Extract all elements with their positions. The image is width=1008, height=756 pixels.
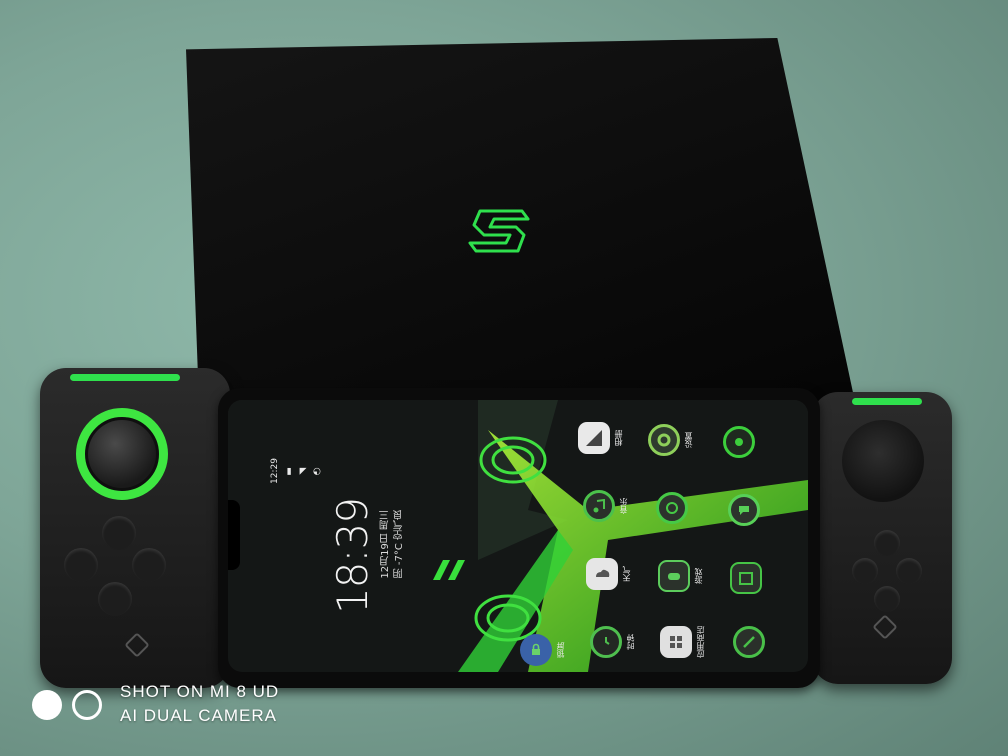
wifi-icon: ◔	[312, 466, 322, 476]
lock-clock-time: 18:39	[328, 498, 377, 615]
app-settings[interactable]: 设置	[648, 412, 708, 468]
battery-icon: ▮	[284, 466, 294, 476]
lock-icon	[520, 634, 552, 666]
dpad-right-button	[132, 548, 166, 582]
status-bar: 12:29 ▮ ◢ ◔	[270, 416, 322, 526]
app-lock[interactable]: 锁屏	[520, 622, 580, 672]
app-clock[interactable]: 时钟	[590, 614, 650, 670]
triangle-mark-icon	[124, 632, 150, 658]
lock-clock-weather: 阴 -7°C 空气良	[394, 510, 405, 579]
signal-icon: ◢	[298, 466, 308, 476]
app-camera[interactable]	[723, 414, 783, 470]
app-label: 相册	[614, 430, 623, 446]
app-label: 锁屏	[556, 642, 565, 658]
app-gallery[interactable]: 相册	[578, 410, 638, 466]
app-weather[interactable]: 天气	[586, 546, 646, 602]
app-tools[interactable]	[733, 614, 793, 670]
status-time: 12:29	[270, 458, 280, 484]
app-label: 应用商店	[696, 626, 705, 658]
camera-icon	[723, 426, 755, 458]
dpad-left-button	[64, 548, 98, 582]
watermark-ring-icon	[72, 690, 102, 720]
app-label: 设置	[684, 432, 693, 448]
action-button-left	[852, 558, 878, 584]
camera-watermark: SHOT ON MI 8 UD AI DUAL CAMERA	[32, 678, 292, 728]
app-browser[interactable]	[656, 480, 716, 536]
app-label: 时钟	[626, 634, 635, 650]
app-games[interactable]: 游戏	[658, 548, 718, 604]
weather-icon	[586, 558, 618, 590]
browser-icon	[656, 492, 688, 524]
app-label: 天气	[622, 566, 631, 582]
controller-accent-stripe	[70, 374, 180, 381]
watermark-line-1: SHOT ON MI 8 UD	[120, 682, 280, 701]
touch-pad	[842, 420, 924, 502]
lock-clock-date: 12月19日 周三	[380, 510, 391, 579]
left-gamepad-controller	[40, 368, 230, 688]
tools-icon	[733, 626, 765, 658]
triangle-mark-icon	[872, 614, 898, 640]
app-calendar[interactable]	[730, 550, 790, 606]
gaming-phone: 12:29 ▮ ◢ ◔ 18:39 12月19日 周三 阴 -7°C 空气良 相…	[218, 388, 820, 688]
app-store-icon	[660, 626, 692, 658]
display-notch	[228, 500, 240, 570]
watermark-dot-icon	[32, 690, 62, 720]
app-label: 音乐	[619, 498, 628, 514]
app-label: 游戏	[694, 568, 703, 584]
controller-accent-stripe	[852, 398, 922, 405]
messages-icon	[728, 494, 760, 526]
action-button-bottom	[874, 586, 900, 612]
clock-icon	[590, 626, 622, 658]
right-gamepad-controller	[812, 392, 952, 684]
dpad-down-button	[98, 582, 132, 616]
phone-screen: 12:29 ▮ ◢ ◔ 18:39 12月19日 周三 阴 -7°C 空气良 相…	[228, 400, 808, 672]
brand-logo-icon	[468, 209, 530, 253]
app-music[interactable]: 音乐	[583, 478, 643, 534]
wallpaper-graphic	[228, 400, 808, 672]
action-button-top	[874, 530, 900, 556]
settings-icon	[648, 424, 680, 456]
music-icon	[583, 490, 615, 522]
gallery-icon	[578, 422, 610, 454]
app-messages[interactable]	[728, 482, 788, 538]
photo-scene: 12:29 ▮ ◢ ◔ 18:39 12月19日 周三 阴 -7°C 空气良 相…	[0, 0, 1008, 756]
dpad-up-button	[102, 516, 136, 550]
calendar-icon	[730, 562, 762, 594]
games-icon	[658, 560, 690, 592]
watermark-line-2: AI DUAL CAMERA	[120, 706, 277, 725]
joystick-cap	[88, 420, 156, 488]
action-button-right	[896, 558, 922, 584]
app-store[interactable]: 应用商店	[660, 614, 720, 670]
